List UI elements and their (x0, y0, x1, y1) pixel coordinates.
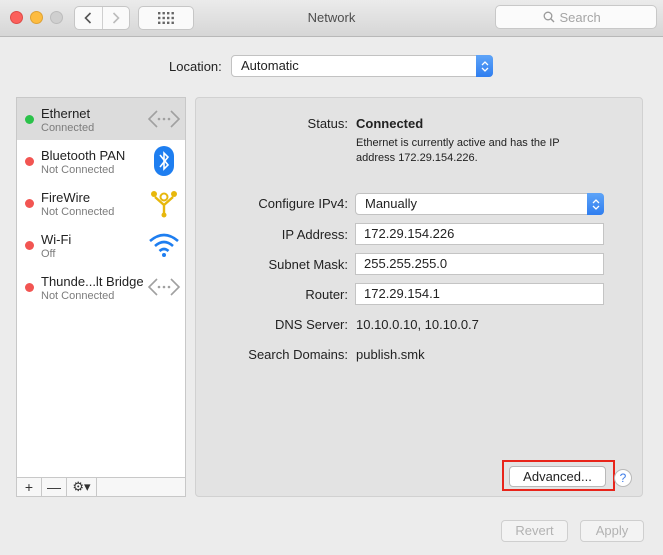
service-actions-button[interactable]: ⚙▾ (67, 478, 97, 496)
status-dot-disconnected (25, 157, 34, 166)
router-field[interactable]: 172.29.154.1 (355, 283, 604, 305)
service-name: Bluetooth PAN (41, 148, 126, 163)
service-status: Not Connected (41, 290, 115, 302)
add-service-button[interactable]: + (17, 478, 42, 496)
status-value: Connected (356, 116, 424, 131)
ip-address-field[interactable]: 172.29.154.226 (355, 223, 604, 245)
popup-stepper-icon (587, 193, 604, 215)
search-domains-label: Search Domains: (248, 347, 348, 362)
status-dot-disconnected (25, 283, 34, 292)
search-input[interactable] (559, 9, 610, 25)
ip-address-label: IP Address: (281, 227, 348, 242)
search-field[interactable] (495, 5, 657, 29)
location-select[interactable]: Automatic (231, 55, 493, 77)
status-dot-disconnected (25, 241, 34, 250)
status-label: Status: (307, 116, 348, 131)
apply-button[interactable]: Apply (580, 520, 644, 542)
service-name: Thunde...lt Bridge (41, 274, 144, 289)
service-status: Not Connected (41, 164, 115, 176)
configure-ipv4-select[interactable]: Manually (355, 193, 604, 215)
service-list: Ethernet Connected Bluetooth PAN Not Con… (16, 97, 186, 497)
configure-ipv4-label: Configure IPv4: (258, 196, 348, 211)
service-status: Not Connected (41, 206, 115, 218)
subnet-mask-label: Subnet Mask: (268, 257, 349, 272)
search-icon (543, 11, 554, 23)
service-item-thunderbolt-bridge[interactable]: Thunde...lt Bridge Not Connected (17, 266, 185, 308)
wifi-icon (147, 229, 181, 261)
service-item-ethernet[interactable]: Ethernet Connected (17, 98, 185, 140)
popup-stepper-icon (476, 55, 493, 77)
service-status: Connected (41, 122, 95, 134)
dns-server-value: 10.10.0.10, 10.10.0.7 (356, 317, 479, 332)
firewire-icon (147, 187, 181, 219)
revert-button[interactable]: Revert (501, 520, 568, 542)
location-label: Location: (169, 59, 222, 74)
title-bar: Network (0, 0, 663, 37)
subnet-mask-field[interactable]: 255.255.255.0 (355, 253, 604, 275)
advanced-button[interactable]: Advanced... (509, 466, 606, 487)
status-dot-connected (25, 115, 34, 124)
status-description: Ethernet is currently active and has the… (356, 137, 560, 164)
service-item-wi-fi[interactable]: Wi-Fi Off (17, 224, 185, 266)
bluetooth-icon (147, 145, 181, 177)
service-list-toolbar: + — ⚙▾ (16, 477, 186, 497)
location-value: Automatic (241, 58, 299, 73)
status-dot-disconnected (25, 199, 34, 208)
configure-ipv4-value: Manually (365, 196, 418, 211)
thunderbolt-bridge-icon (147, 271, 181, 303)
service-item-bluetooth-pan[interactable]: Bluetooth PAN Not Connected (17, 140, 185, 182)
router-label: Router: (305, 287, 348, 302)
service-status: Off (41, 248, 56, 260)
dns-server-label: DNS Server: (275, 317, 348, 332)
service-name: Wi-Fi (41, 232, 72, 247)
ethernet-icon (147, 103, 181, 135)
help-button[interactable]: ? (614, 469, 632, 487)
service-name: Ethernet (41, 106, 91, 121)
service-item-firewire[interactable]: FireWire Not Connected (17, 182, 185, 224)
remove-service-button[interactable]: — (42, 478, 67, 496)
service-details-panel: Status: Connected Ethernet is currently … (195, 97, 643, 497)
service-name: FireWire (41, 190, 91, 205)
search-domains-value: publish.smk (356, 347, 425, 362)
